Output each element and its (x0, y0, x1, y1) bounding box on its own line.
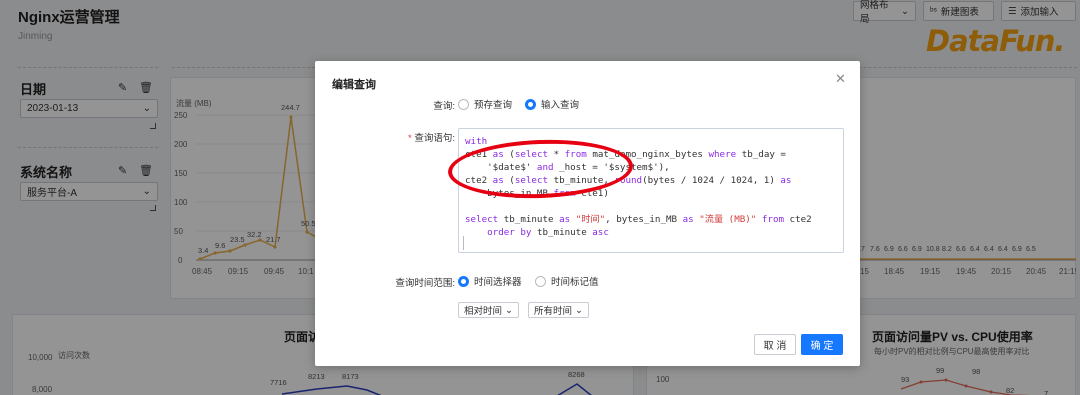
query-label: 查询: (433, 101, 455, 112)
sql-label: * 查询语句: (408, 133, 455, 144)
radio-icon (535, 275, 546, 287)
text-cursor (463, 236, 464, 250)
radio-saved-query[interactable]: 预存查询 (458, 97, 512, 111)
relative-time-select[interactable]: 相对时间 ⌄ (458, 302, 519, 318)
radio-time-picker[interactable]: 时间选择器 (458, 274, 522, 288)
chevron-down-icon: ⌄ (575, 304, 583, 316)
all-time-select[interactable]: 所有时间 ⌄ (528, 302, 589, 318)
radio-time-marker[interactable]: 时间标记值 (535, 274, 599, 288)
radio-label: 时间选择器 (474, 277, 522, 288)
radio-label: 输入查询 (541, 100, 580, 111)
radio-checked-icon (525, 98, 536, 110)
close-icon[interactable]: ✕ (835, 71, 846, 87)
modal-title: 编辑查询 (332, 79, 376, 91)
edit-query-modal: 编辑查询 ✕ 查询: 预存查询 输入查询 * 查询语句: with cte1 as… (315, 61, 860, 366)
radio-label: 预存查询 (474, 100, 513, 111)
relative-time-value: 相对时间 (464, 306, 503, 317)
all-time-value: 所有时间 (534, 306, 573, 317)
chevron-down-icon: ⌄ (505, 304, 513, 316)
radio-checked-icon (458, 275, 469, 287)
time-range-label: 查询时间范围: (395, 278, 455, 289)
ok-button[interactable]: 确 定 (801, 334, 843, 355)
sql-line (465, 200, 837, 213)
sql-line: order by tb_minute asc (487, 227, 609, 238)
radio-label: 时间标记值 (551, 277, 599, 288)
sql-line: select tb_minute as "时间", bytes_in_MB as… (465, 214, 812, 225)
radio-icon (458, 98, 469, 110)
radio-input-query[interactable]: 输入查询 (525, 97, 579, 111)
cancel-button[interactable]: 取 消 (754, 334, 796, 355)
